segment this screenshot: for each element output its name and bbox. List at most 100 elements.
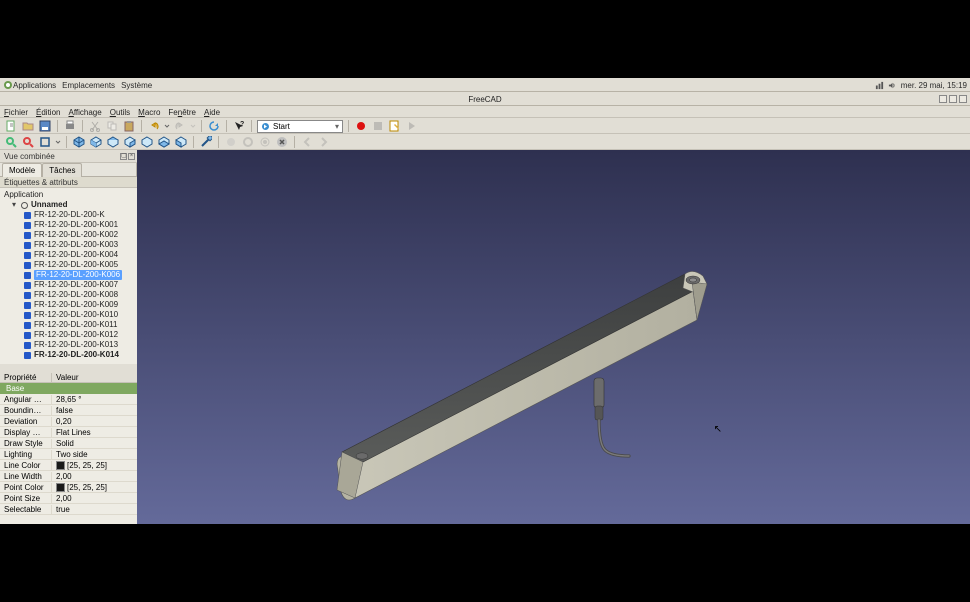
os-menu-apps[interactable]: Applications	[13, 81, 56, 90]
view-top-button[interactable]	[106, 135, 120, 149]
tree-item[interactable]: FR-12-20-DL-200-K010	[4, 310, 137, 320]
property-value[interactable]: true	[52, 505, 137, 514]
view-right-button[interactable]	[123, 135, 137, 149]
open-doc-button[interactable]	[21, 119, 35, 133]
property-row[interactable]: Point Size2,00	[0, 493, 137, 504]
copy-button[interactable]	[105, 119, 119, 133]
cad-model[interactable]	[137, 150, 970, 524]
property-row[interactable]: Angular …28,65 °	[0, 394, 137, 405]
menu-help[interactable]: Aide	[204, 108, 220, 117]
paste-button[interactable]	[122, 119, 136, 133]
part-button[interactable]	[224, 135, 238, 149]
window-maximize-button[interactable]	[949, 95, 957, 103]
tree-item[interactable]: FR-12-20-DL-200-K001	[4, 220, 137, 230]
collapse-icon[interactable]: ▾	[10, 200, 18, 210]
network-icon[interactable]	[875, 81, 884, 90]
cut-button[interactable]	[88, 119, 102, 133]
tree-item[interactable]: FR-12-20-DL-200-K004	[4, 250, 137, 260]
tab-tasks[interactable]: Tâches	[42, 163, 82, 177]
property-value[interactable]: Solid	[52, 439, 137, 448]
tree-item[interactable]: FR-12-20-DL-200-K011	[4, 320, 137, 330]
nav-prev-button[interactable]	[300, 135, 314, 149]
property-value[interactable]: Two side	[52, 450, 137, 459]
view-rear-button[interactable]	[140, 135, 154, 149]
menu-edit[interactable]: Édition	[36, 108, 60, 117]
window-minimize-button[interactable]	[939, 95, 947, 103]
property-row[interactable]: Draw StyleSolid	[0, 438, 137, 449]
macro-stop-button[interactable]	[371, 119, 385, 133]
property-row[interactable]: Point Color[25, 25, 25]	[0, 482, 137, 493]
fit-all-button[interactable]	[4, 135, 18, 149]
draw-style-button[interactable]	[38, 135, 52, 149]
menu-file[interactable]: FFichierichier	[4, 108, 28, 117]
view-front-button[interactable]	[89, 135, 103, 149]
workbench-selector[interactable]: Start ▾	[257, 120, 343, 133]
panel-float-button[interactable]: ▢	[120, 153, 127, 160]
tree-app-root[interactable]: Application	[4, 190, 137, 200]
menu-macro[interactable]: Macro	[138, 108, 160, 117]
tree-item[interactable]: FR-12-20-DL-200-K009	[4, 300, 137, 310]
undo-button[interactable]	[147, 119, 161, 133]
property-row[interactable]: Boundin…false	[0, 405, 137, 416]
tree-item[interactable]: FR-12-20-DL-200-K012	[4, 330, 137, 340]
tree-item[interactable]: FR-12-20-DL-200-K	[4, 210, 137, 220]
property-row[interactable]: LightingTwo side	[0, 449, 137, 460]
tree-item[interactable]: FR-12-20-DL-200-K003	[4, 240, 137, 250]
macro-record-button[interactable]	[354, 119, 368, 133]
property-row[interactable]: Line Width2,00	[0, 471, 137, 482]
property-value[interactable]: 2,00	[52, 472, 137, 481]
print-button[interactable]	[63, 119, 77, 133]
clock[interactable]: mer. 29 mai, 15:19	[901, 81, 967, 90]
save-doc-button[interactable]	[38, 119, 52, 133]
nav-next-button[interactable]	[317, 135, 331, 149]
property-value[interactable]: false	[52, 406, 137, 415]
tree-item[interactable]: FR-12-20-DL-200-K008	[4, 290, 137, 300]
model-tree[interactable]: Application ▾ Unnamed FR-12-20-DL-200-KF…	[0, 188, 137, 364]
tree-doc-root[interactable]: ▾ Unnamed	[4, 200, 137, 210]
property-value[interactable]: 28,65 °	[52, 395, 137, 404]
new-doc-button[interactable]	[4, 119, 18, 133]
property-value[interactable]: Flat Lines	[52, 428, 137, 437]
os-menu-places[interactable]: Emplacements	[62, 81, 115, 90]
toggle-vis-button[interactable]	[258, 135, 272, 149]
refresh-button[interactable]	[207, 119, 221, 133]
undo-dropdown[interactable]	[164, 119, 170, 133]
tree-item[interactable]: FR-12-20-DL-200-K006	[4, 270, 137, 280]
close-view-button[interactable]	[275, 135, 289, 149]
menu-view[interactable]: Affichage	[68, 108, 101, 117]
color-swatch[interactable]	[56, 461, 65, 470]
property-row[interactable]: Display …Flat Lines	[0, 427, 137, 438]
volume-icon[interactable]	[888, 81, 897, 90]
view-iso-button[interactable]	[72, 135, 86, 149]
property-row[interactable]: Line Color[25, 25, 25]	[0, 460, 137, 471]
tree-item[interactable]: FR-12-20-DL-200-K014	[4, 350, 137, 360]
property-row[interactable]: Selectabletrue	[0, 504, 137, 515]
window-close-button[interactable]	[959, 95, 967, 103]
redo-dropdown[interactable]	[190, 119, 196, 133]
tree-item[interactable]: FR-12-20-DL-200-K005	[4, 260, 137, 270]
appearance-button[interactable]	[241, 135, 255, 149]
3d-viewport[interactable]: ↖	[137, 150, 970, 524]
tree-item[interactable]: FR-12-20-DL-200-K013	[4, 340, 137, 350]
drawstyle-dropdown[interactable]	[55, 135, 61, 149]
macro-edit-button[interactable]	[388, 119, 402, 133]
property-value[interactable]: 2,00	[52, 494, 137, 503]
redo-button[interactable]	[173, 119, 187, 133]
prop-group-base[interactable]: Base	[0, 383, 137, 394]
menu-tools[interactable]: Outils	[110, 108, 130, 117]
whatsthis-button[interactable]: ?	[232, 119, 246, 133]
tree-item[interactable]: FR-12-20-DL-200-K002	[4, 230, 137, 240]
menu-windows[interactable]: Fenêtre	[168, 108, 196, 117]
fit-selection-button[interactable]	[21, 135, 35, 149]
property-value[interactable]: [25, 25, 25]	[52, 461, 137, 470]
color-swatch[interactable]	[56, 483, 65, 492]
tree-item[interactable]: FR-12-20-DL-200-K007	[4, 280, 137, 290]
view-bottom-button[interactable]	[157, 135, 171, 149]
property-value[interactable]: [25, 25, 25]	[52, 483, 137, 492]
view-left-button[interactable]	[174, 135, 188, 149]
macro-run-button[interactable]	[405, 119, 419, 133]
property-value[interactable]: 0,20	[52, 417, 137, 426]
panel-close-button[interactable]: ×	[128, 153, 135, 160]
os-menu-system[interactable]: Système	[121, 81, 152, 90]
tab-model[interactable]: Modèle	[2, 163, 42, 177]
